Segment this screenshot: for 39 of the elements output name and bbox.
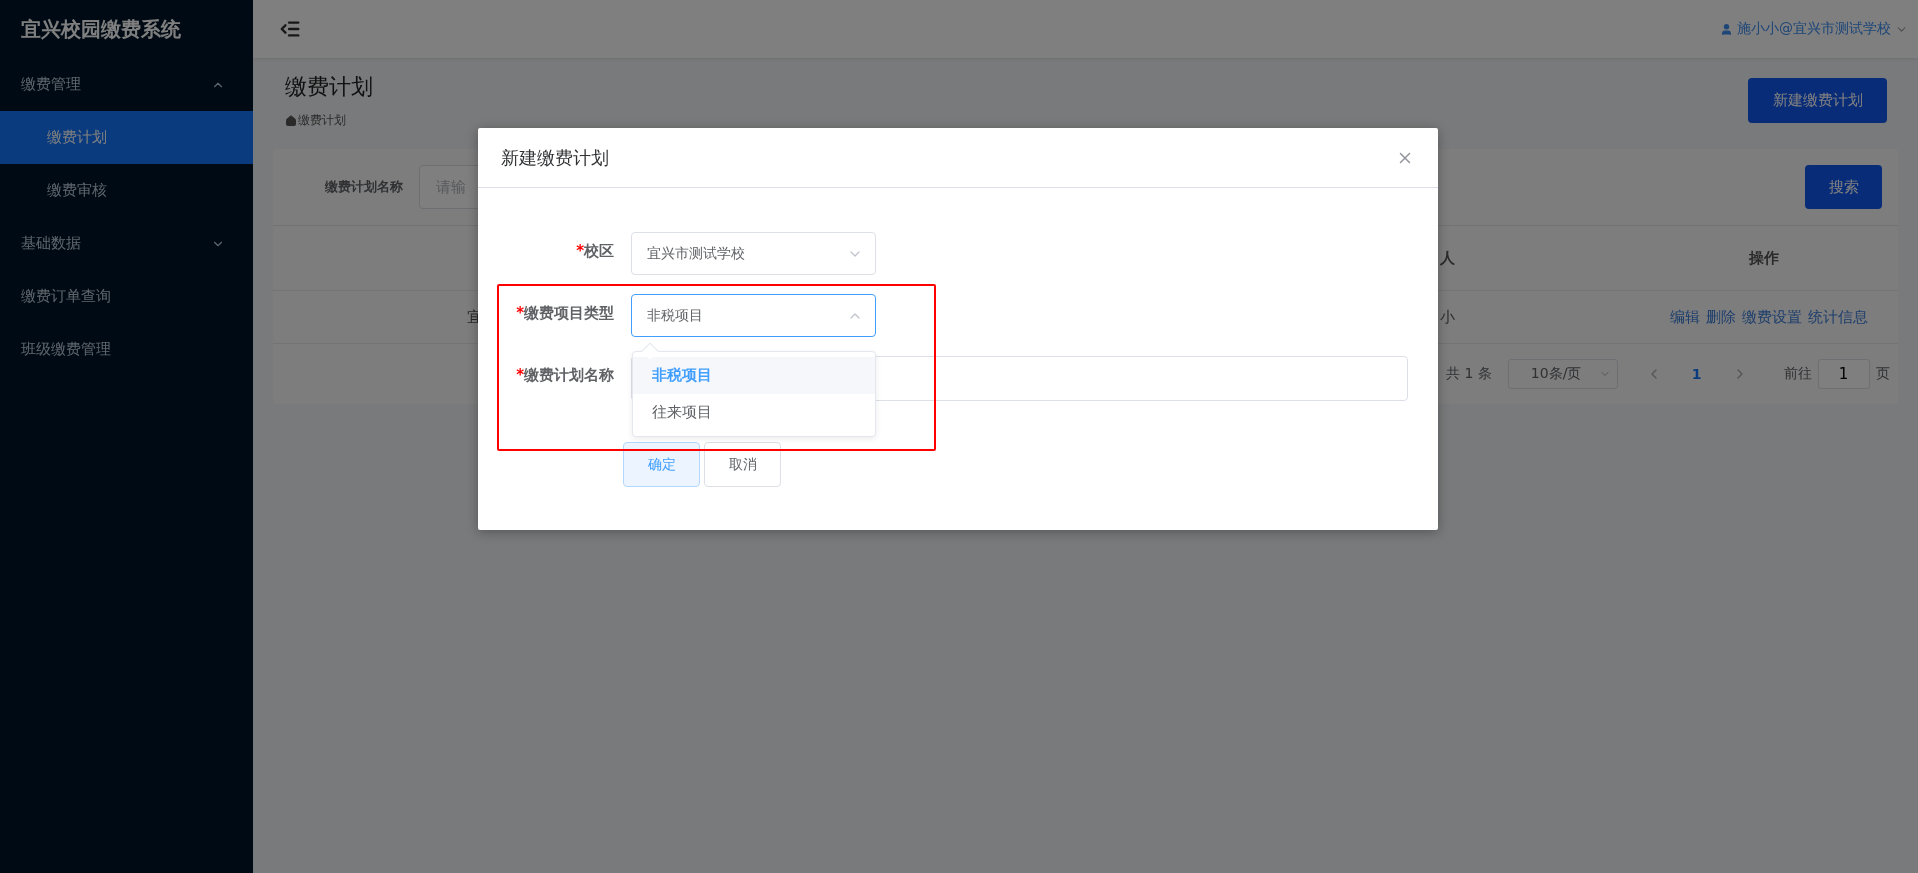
total-count: 共 1 条 <box>1446 365 1492 383</box>
select-field[interactable]: 非税项目 <box>631 294 876 337</box>
table-cell-text: 小 <box>1440 307 1456 327</box>
search-label: 缴费计划名称 <box>325 178 403 196</box>
dropdown-option[interactable]: 非税项目 <box>633 357 875 394</box>
sidebar-item[interactable]: 缴费订单查询 <box>0 270 253 323</box>
field-label: *缴费项目类型 <box>515 303 614 323</box>
sidebar-item[interactable]: 基础数据 <box>0 217 253 270</box>
sidebar-subitem[interactable]: 缴费审核 <box>0 164 253 217</box>
page-title: 缴费计划 <box>285 73 373 101</box>
app-logo-title: 宜兴校园缴费系统 <box>20 15 182 43</box>
cancel-button[interactable]: 取消 <box>704 442 781 487</box>
action-link[interactable]: 缴费设置 <box>1742 307 1802 327</box>
dialog-title: 新建缴费计划 <box>501 145 609 170</box>
field-label: *校区 <box>575 241 614 261</box>
search-button[interactable]: 搜索 <box>1805 165 1882 209</box>
breadcrumb[interactable]: 缴费计划 <box>298 112 346 129</box>
sidebar-subitem[interactable]: 缴费计划 <box>0 111 253 164</box>
menu-toggle-icon[interactable] <box>279 18 301 40</box>
sidebar-item[interactable]: 班级缴费管理 <box>0 323 253 376</box>
column-header: 操作 <box>1749 248 1780 268</box>
confirm-button[interactable]: 确定 <box>623 442 700 487</box>
goto-label: 前往 <box>1783 365 1812 383</box>
page-number[interactable]: 1 <box>1691 366 1702 382</box>
dropdown-option[interactable]: 往来项目 <box>633 394 875 431</box>
action-link[interactable]: 编辑 <box>1670 307 1700 327</box>
new-plan-button[interactable]: 新建缴费计划 <box>1748 78 1887 123</box>
home-icon <box>285 114 297 127</box>
action-link[interactable]: 统计信息 <box>1808 307 1868 327</box>
user-icon <box>1720 22 1733 36</box>
page-size-select[interactable]: 10条/页 <box>1507 359 1618 389</box>
action-link[interactable]: 删除 <box>1706 307 1736 327</box>
user-menu[interactable]: 施小小@宜兴市测试学校 <box>1720 20 1908 38</box>
field-label: *缴费计划名称 <box>515 365 614 385</box>
goto-page-field[interactable]: 1 <box>1817 359 1870 389</box>
select-field[interactable]: 宜兴市测试学校 <box>631 232 876 275</box>
sidebar-item[interactable]: 缴费管理 <box>0 58 253 111</box>
page-unit: 页 <box>1875 365 1890 383</box>
column-header: 人 <box>1440 248 1456 268</box>
